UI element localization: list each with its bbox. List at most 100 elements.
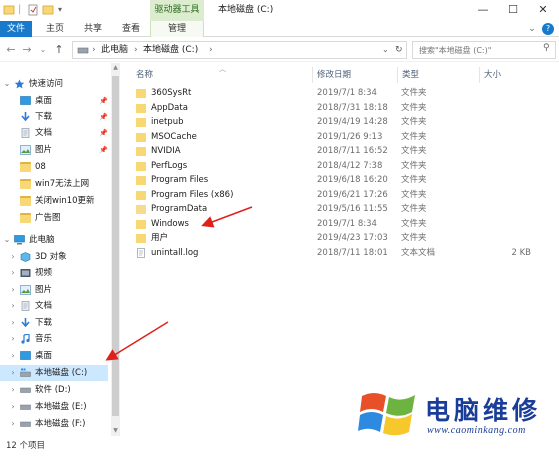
expanded-chevron-icon[interactable]: ⌄ bbox=[3, 76, 11, 92]
file-row[interactable]: MSOCache 2019/1/26 9:13 文件夹 bbox=[134, 130, 559, 145]
file-row[interactable]: 用户 2019/4/23 17:03 文件夹 bbox=[134, 231, 559, 246]
collapsed-chevron-icon[interactable]: › bbox=[9, 416, 17, 432]
qa-dropdown-icon[interactable]: ▾ bbox=[58, 3, 68, 17]
maximize-button[interactable]: ☐ bbox=[498, 0, 528, 21]
drive-icon bbox=[20, 402, 31, 412]
breadcrumb-separator-icon: › bbox=[209, 45, 213, 55]
collapsed-chevron-icon[interactable]: › bbox=[9, 365, 17, 381]
folder-icon bbox=[136, 104, 146, 113]
file-row-windows[interactable]: Windows 2019/7/1 8:34 文件夹 bbox=[134, 217, 559, 232]
nav-item-downloads-pinned[interactable]: 下载 📌 bbox=[0, 109, 108, 125]
nav-item-desktop[interactable]: › 桌面 bbox=[0, 348, 108, 364]
column-divider[interactable] bbox=[479, 67, 480, 83]
expand-ribbon-icon[interactable]: ⌄ bbox=[526, 22, 538, 36]
search-input[interactable] bbox=[419, 44, 537, 56]
nav-item-drive-e[interactable]: › 本地磁盘 (E:) bbox=[0, 399, 108, 415]
pin-icon[interactable]: 📌 bbox=[99, 142, 108, 158]
collapsed-chevron-icon[interactable]: › bbox=[9, 382, 17, 398]
nav-item-drive-c[interactable]: › 本地磁盘 (C:) bbox=[0, 365, 108, 381]
nav-item-recent-08[interactable]: 08 bbox=[0, 159, 108, 175]
nav-item-drive-d[interactable]: › 软件 (D:) bbox=[0, 382, 108, 398]
navigation-pane: ⌄ 快速访问 桌面 📌 下载 📌 文档 📌 图片 📌 08 win7无法上网 关… bbox=[0, 63, 120, 436]
nav-item-music[interactable]: › 音乐 bbox=[0, 331, 108, 347]
tab-view[interactable]: 查看 bbox=[116, 21, 146, 37]
breadcrumb-separator-icon: › bbox=[92, 45, 96, 55]
scroll-down-icon[interactable]: ▼ bbox=[111, 426, 120, 436]
column-header-date[interactable]: 修改日期 bbox=[317, 67, 351, 83]
nav-item-desktop-pinned[interactable]: 桌面 📌 bbox=[0, 93, 108, 109]
file-row[interactable]: AppData 2018/7/31 18:18 文件夹 bbox=[134, 101, 559, 116]
nav-scrollbar[interactable]: ▲ ▼ bbox=[111, 63, 120, 436]
pin-icon[interactable]: 📌 bbox=[99, 109, 108, 125]
address-bar[interactable]: › 此电脑 › 本地磁盘 (C:) › ⌄ ↻ bbox=[72, 41, 407, 59]
nav-item-documents[interactable]: › 文档 bbox=[0, 298, 108, 314]
nav-item-3d-objects[interactable]: › 3D 对象 bbox=[0, 249, 108, 265]
nav-item-pictures-pinned[interactable]: 图片 📌 bbox=[0, 142, 108, 158]
properties-icon[interactable] bbox=[27, 3, 39, 17]
breadcrumb-this-pc[interactable]: 此电脑 bbox=[101, 42, 128, 58]
qa-separator: | bbox=[18, 4, 22, 15]
nav-quick-access[interactable]: ⌄ 快速访问 bbox=[0, 76, 108, 92]
column-header-size[interactable]: 大小 bbox=[484, 67, 501, 83]
new-folder-icon[interactable] bbox=[42, 3, 54, 17]
collapsed-chevron-icon[interactable]: › bbox=[9, 298, 17, 314]
nav-item-downloads[interactable]: › 下载 bbox=[0, 315, 108, 331]
help-icon[interactable]: ? bbox=[542, 23, 554, 35]
nav-item-drive-f[interactable]: › 本地磁盘 (F:) bbox=[0, 416, 108, 432]
collapsed-chevron-icon[interactable]: › bbox=[9, 399, 17, 415]
folder-icon bbox=[20, 196, 31, 206]
file-row[interactable]: PerfLogs 2018/4/12 7:38 文件夹 bbox=[134, 159, 559, 174]
file-row[interactable]: Program Files 2019/6/18 16:20 文件夹 bbox=[134, 173, 559, 188]
nav-item-videos[interactable]: › 视频 bbox=[0, 265, 108, 281]
column-header-name[interactable]: 名称 bbox=[136, 67, 153, 83]
pin-icon[interactable]: 📌 bbox=[99, 125, 108, 141]
file-row[interactable]: ProgramData 2019/5/16 11:55 文件夹 bbox=[134, 202, 559, 217]
file-row[interactable]: Program Files (x86) 2019/6/21 17:26 文件夹 bbox=[134, 188, 559, 203]
scroll-up-icon[interactable]: ▲ bbox=[111, 63, 120, 73]
collapsed-chevron-icon[interactable]: › bbox=[9, 348, 17, 364]
close-button[interactable]: ✕ bbox=[528, 0, 558, 21]
breadcrumb-drive-c[interactable]: 本地磁盘 (C:) bbox=[143, 42, 198, 58]
nav-item-pictures[interactable]: › 图片 bbox=[0, 282, 108, 298]
collapsed-chevron-icon[interactable]: › bbox=[9, 249, 17, 265]
file-row[interactable]: inetpub 2019/4/19 14:28 文件夹 bbox=[134, 115, 559, 130]
column-divider[interactable] bbox=[312, 67, 313, 83]
column-header-type[interactable]: 类型 bbox=[402, 67, 419, 83]
pin-icon[interactable]: 📌 bbox=[99, 93, 108, 109]
refresh-icon[interactable]: ↻ bbox=[395, 42, 403, 58]
folder-icon bbox=[20, 179, 31, 189]
app-icon[interactable] bbox=[3, 3, 15, 17]
file-row[interactable]: unintall.log 2018/7/11 18:01 文本文档 2 KB bbox=[134, 246, 559, 261]
collapsed-chevron-icon[interactable]: › bbox=[9, 315, 17, 331]
watermark-url: www.caominkang.com bbox=[427, 425, 526, 436]
address-row: ← → ⌄ ↑ › 此电脑 › 本地磁盘 (C:) › ⌄ ↻ ⚲ bbox=[0, 38, 559, 62]
address-dropdown-icon[interactable]: ⌄ bbox=[382, 42, 389, 58]
expanded-chevron-icon[interactable]: ⌄ bbox=[3, 232, 11, 248]
collapsed-chevron-icon[interactable]: › bbox=[9, 282, 17, 298]
item-count: 12 个项目 bbox=[6, 441, 46, 451]
file-row[interactable]: 360SysRt 2019/7/1 8:34 文件夹 bbox=[134, 86, 559, 101]
download-icon bbox=[20, 112, 31, 122]
collapsed-chevron-icon[interactable]: › bbox=[9, 265, 17, 281]
tab-share[interactable]: 共享 bbox=[78, 21, 108, 37]
search-box[interactable]: ⚲ bbox=[412, 41, 556, 59]
nav-item-recent-ads[interactable]: 广告图 bbox=[0, 210, 108, 226]
nav-item-documents-pinned[interactable]: 文档 📌 bbox=[0, 125, 108, 141]
nav-this-pc[interactable]: ⌄ 此电脑 bbox=[0, 232, 108, 248]
up-icon[interactable]: ↑ bbox=[52, 42, 66, 58]
file-row[interactable]: NVIDIA 2018/7/11 16:52 文件夹 bbox=[134, 144, 559, 159]
tab-file[interactable]: 文件 bbox=[0, 21, 32, 37]
tab-home[interactable]: 主页 bbox=[40, 21, 70, 37]
forward-icon[interactable]: → bbox=[20, 42, 34, 58]
folder-icon bbox=[136, 234, 146, 243]
minimize-button[interactable]: — bbox=[468, 0, 498, 21]
column-divider[interactable] bbox=[397, 67, 398, 83]
recent-locations-icon[interactable]: ⌄ bbox=[36, 42, 50, 58]
collapsed-chevron-icon[interactable]: › bbox=[9, 331, 17, 347]
tab-manage[interactable]: 管理 bbox=[150, 21, 204, 37]
scrollbar-thumb[interactable] bbox=[112, 76, 119, 416]
nav-item-recent-win7[interactable]: win7无法上网 bbox=[0, 176, 108, 192]
nav-item-recent-win10[interactable]: 关闭win10更新 bbox=[0, 193, 108, 209]
back-icon[interactable]: ← bbox=[4, 42, 18, 58]
windows-logo bbox=[358, 386, 420, 440]
